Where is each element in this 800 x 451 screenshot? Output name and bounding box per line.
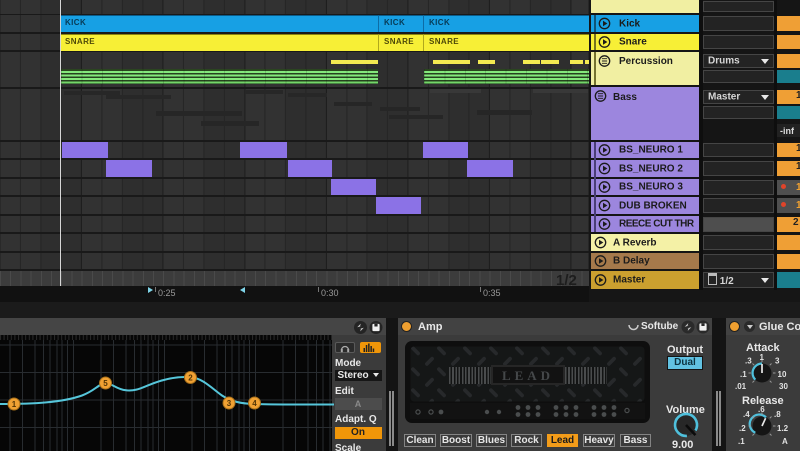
- svg-text:.01: .01: [735, 382, 747, 391]
- svg-text:.2: .2: [739, 424, 746, 433]
- svg-text:30: 30: [779, 382, 788, 391]
- svg-text:3: 3: [775, 357, 780, 366]
- svg-text:10: 10: [778, 370, 787, 379]
- svg-text:A: A: [782, 437, 788, 446]
- svg-text:.8: .8: [774, 410, 781, 419]
- svg-text:3: 3: [227, 399, 232, 408]
- svg-text:1: 1: [12, 400, 17, 409]
- svg-text:4: 4: [252, 399, 257, 408]
- svg-text:5: 5: [103, 379, 108, 388]
- svg-text:.4: .4: [743, 410, 750, 419]
- svg-text:1.2: 1.2: [777, 424, 789, 433]
- svg-text:1: 1: [760, 353, 765, 362]
- svg-text:.1: .1: [740, 370, 747, 379]
- svg-text:.1: .1: [738, 437, 745, 446]
- svg-text:2: 2: [188, 374, 193, 383]
- svg-text:.3: .3: [745, 357, 752, 366]
- svg-text:.6: .6: [758, 405, 765, 414]
